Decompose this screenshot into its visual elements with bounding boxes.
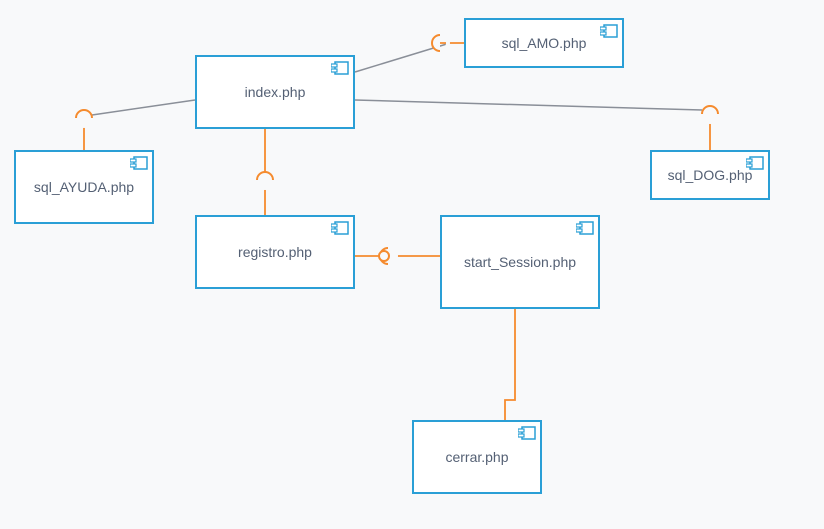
component-label: sql_AMO.php: [502, 35, 587, 51]
component-sql-ayuda[interactable]: sql_AYUDA.php: [14, 150, 154, 224]
component-icon: [331, 221, 349, 238]
edge-startSession-to-cerrar: [505, 309, 515, 420]
component-label: sql_AYUDA.php: [34, 179, 134, 195]
component-icon: [518, 426, 536, 443]
component-icon: [600, 24, 618, 41]
component-label: registro.php: [238, 244, 312, 260]
component-label: sql_DOG.php: [668, 167, 753, 183]
component-sql-amo[interactable]: sql_AMO.php: [464, 18, 624, 68]
required-interface-sqlAmo: [432, 35, 440, 51]
component-label: index.php: [245, 84, 306, 100]
edge-index-to-sqlAmo: [355, 43, 450, 72]
component-index[interactable]: index.php: [195, 55, 355, 129]
required-interface-startSession: [380, 248, 388, 264]
component-label: cerrar.php: [445, 449, 508, 465]
edge-index-to-sqlAyuda: [92, 100, 195, 115]
uml-component-diagram: index.php sql_AMO.php sql_AYUDA.php sql_…: [0, 0, 824, 529]
component-registro[interactable]: registro.php: [195, 215, 355, 289]
component-icon: [576, 221, 594, 238]
required-interface-sqlDog: [702, 106, 718, 114]
component-sql-dog[interactable]: sql_DOG.php: [650, 150, 770, 200]
required-interface-registro: [257, 172, 273, 180]
component-cerrar[interactable]: cerrar.php: [412, 420, 542, 494]
component-label: start_Session.php: [464, 254, 576, 270]
edge-index-to-sqlDog: [355, 100, 702, 110]
component-icon: [746, 156, 764, 173]
component-start-session[interactable]: start_Session.php: [440, 215, 600, 309]
provided-interface-startSession: [379, 251, 389, 261]
component-icon: [331, 61, 349, 78]
component-icon: [130, 156, 148, 173]
required-interface-sqlAyuda: [76, 110, 92, 118]
